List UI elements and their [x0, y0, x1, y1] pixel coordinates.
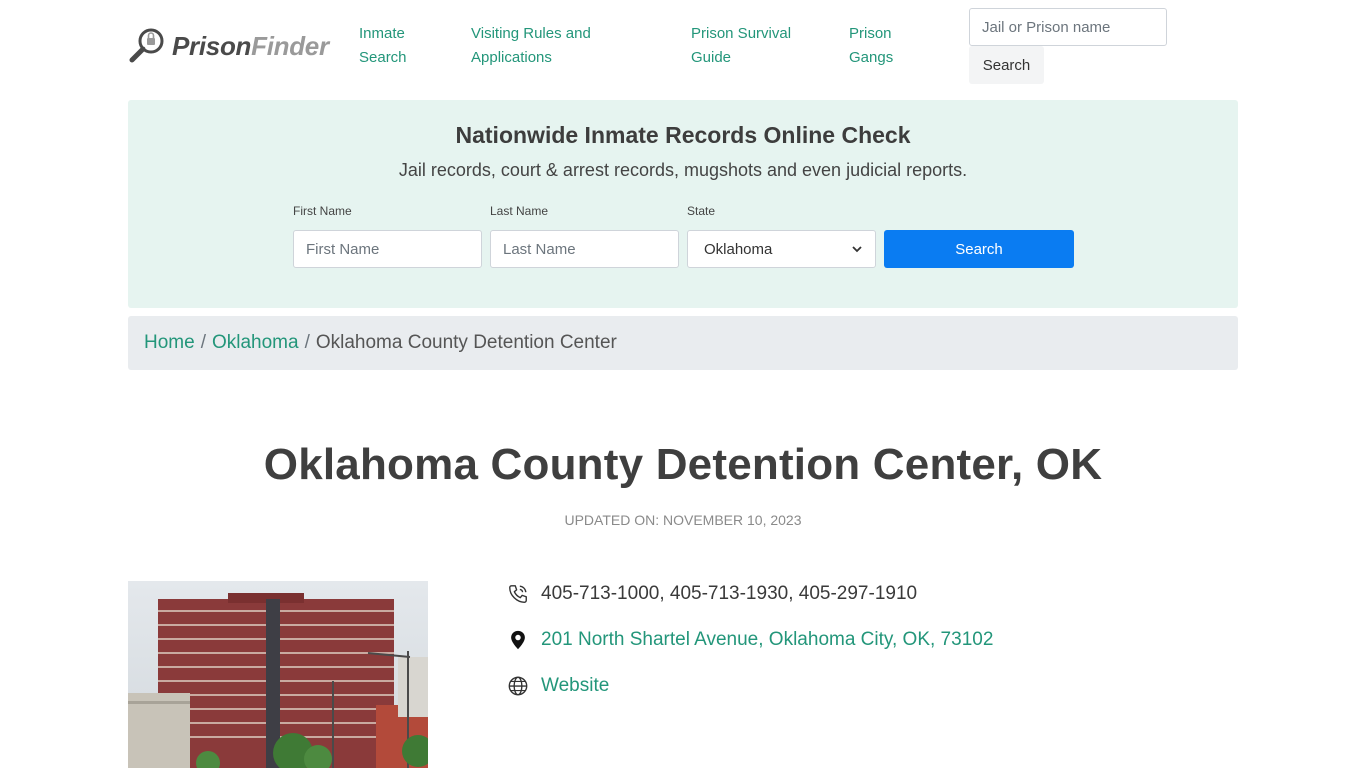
phone-row: 405-713-1000, 405-713-1930, 405-297-1910 [507, 583, 917, 605]
address-link[interactable]: 201 North Shartel Avenue, Oklahoma City,… [541, 629, 993, 651]
breadcrumb: Home / Oklahoma / Oklahoma County Detent… [128, 316, 1238, 370]
inmate-records-panel: Nationwide Inmate Records Online Check J… [128, 100, 1238, 308]
inmate-search-button[interactable]: Search [884, 230, 1074, 268]
breadcrumb-current: Oklahoma County Detention Center [315, 332, 617, 353]
hero-title: Nationwide Inmate Records Online Check [455, 122, 911, 148]
nav-survival-guide[interactable]: Prison Survival Guide [691, 22, 811, 70]
magnifier-logo-icon [129, 28, 164, 63]
nav-visiting-rules[interactable]: Visiting Rules and Applications [471, 22, 631, 70]
state-label: State [687, 204, 716, 218]
state-select[interactable]: Oklahoma [687, 230, 876, 268]
site-logo[interactable]: PrisonFinder [128, 24, 329, 68]
logo-text: PrisonFinder [172, 31, 329, 62]
globe-icon [507, 675, 529, 697]
prison-search-input[interactable] [969, 8, 1167, 46]
breadcrumb-separator: / [200, 332, 206, 353]
chevron-down-icon [852, 246, 862, 253]
last-name-label: Last Name [490, 204, 549, 218]
facility-photo [128, 581, 428, 768]
site-header: PrisonFinder Inmate Search Visiting Rule… [128, 0, 1238, 96]
breadcrumb-home[interactable]: Home [144, 332, 195, 354]
logo-text-part1: Prison [172, 30, 252, 61]
phone-icon [507, 583, 529, 605]
map-pin-icon [507, 629, 529, 651]
website-link[interactable]: Website [541, 675, 609, 697]
breadcrumb-separator: / [304, 332, 310, 353]
last-name-field[interactable] [490, 230, 679, 268]
nav-prison-gangs[interactable]: Prison Gangs [849, 22, 909, 70]
hero-subtitle: Jail records, court & arrest records, mu… [398, 160, 968, 180]
nav-inmate-search[interactable]: Inmate Search [359, 22, 429, 70]
phone-numbers: 405-713-1000, 405-713-1930, 405-297-1910 [541, 583, 918, 604]
first-name-label: First Name [293, 204, 352, 218]
breadcrumb-state[interactable]: Oklahoma [212, 332, 299, 354]
logo-text-part2: Finder [251, 30, 329, 61]
first-name-field[interactable] [293, 230, 482, 268]
updated-date: UPDATED ON: NOVEMBER 10, 2023 [564, 512, 802, 528]
prison-search-button[interactable]: Search [969, 46, 1044, 84]
state-select-value: Oklahoma [704, 240, 773, 258]
page-title: Oklahoma County Detention Center, OK [263, 440, 1103, 489]
website-row: Website [507, 675, 609, 697]
address-row: 201 North Shartel Avenue, Oklahoma City,… [507, 629, 993, 651]
